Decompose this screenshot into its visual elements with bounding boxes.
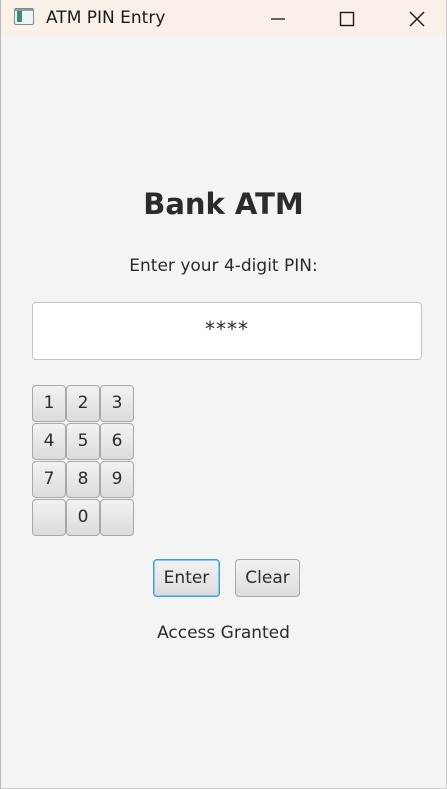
page-title: Bank ATM (143, 187, 304, 221)
keypad-key-8[interactable]: 8 (66, 461, 100, 498)
keypad-key-5[interactable]: 5 (66, 423, 100, 460)
maximize-icon (339, 11, 355, 26)
title-bar[interactable]: ATM PIN Entry (1, 0, 446, 37)
status-message: Access Granted (157, 623, 290, 643)
keypad-key-9[interactable]: 9 (100, 461, 134, 498)
minimize-button[interactable] (255, 0, 301, 37)
java-app-icon (14, 8, 34, 25)
keypad-key-2[interactable]: 2 (66, 385, 100, 422)
app-window: ATM PIN Entry Bank ATM Enter your 4-digi… (0, 0, 447, 789)
keypad-key-7[interactable]: 7 (32, 461, 66, 498)
maximize-button[interactable] (324, 0, 370, 37)
keypad-key-0[interactable]: 0 (66, 499, 100, 536)
keypad-key-4[interactable]: 4 (32, 423, 66, 460)
keypad-key-3[interactable]: 3 (100, 385, 134, 422)
clear-button[interactable]: Clear (235, 559, 300, 597)
pin-input[interactable]: **** (32, 302, 422, 360)
keypad-key-6[interactable]: 6 (100, 423, 134, 460)
close-button[interactable] (394, 0, 440, 37)
keypad-key-blank-left[interactable] (32, 499, 66, 536)
window-title: ATM PIN Entry (46, 8, 166, 28)
pin-prompt-label: Enter your 4-digit PIN: (129, 256, 318, 276)
keypad-key-1[interactable]: 1 (32, 385, 66, 422)
minimize-icon (271, 17, 285, 20)
close-icon (409, 11, 425, 26)
keypad-key-blank-right[interactable] (100, 499, 134, 536)
enter-button[interactable]: Enter (153, 559, 220, 597)
